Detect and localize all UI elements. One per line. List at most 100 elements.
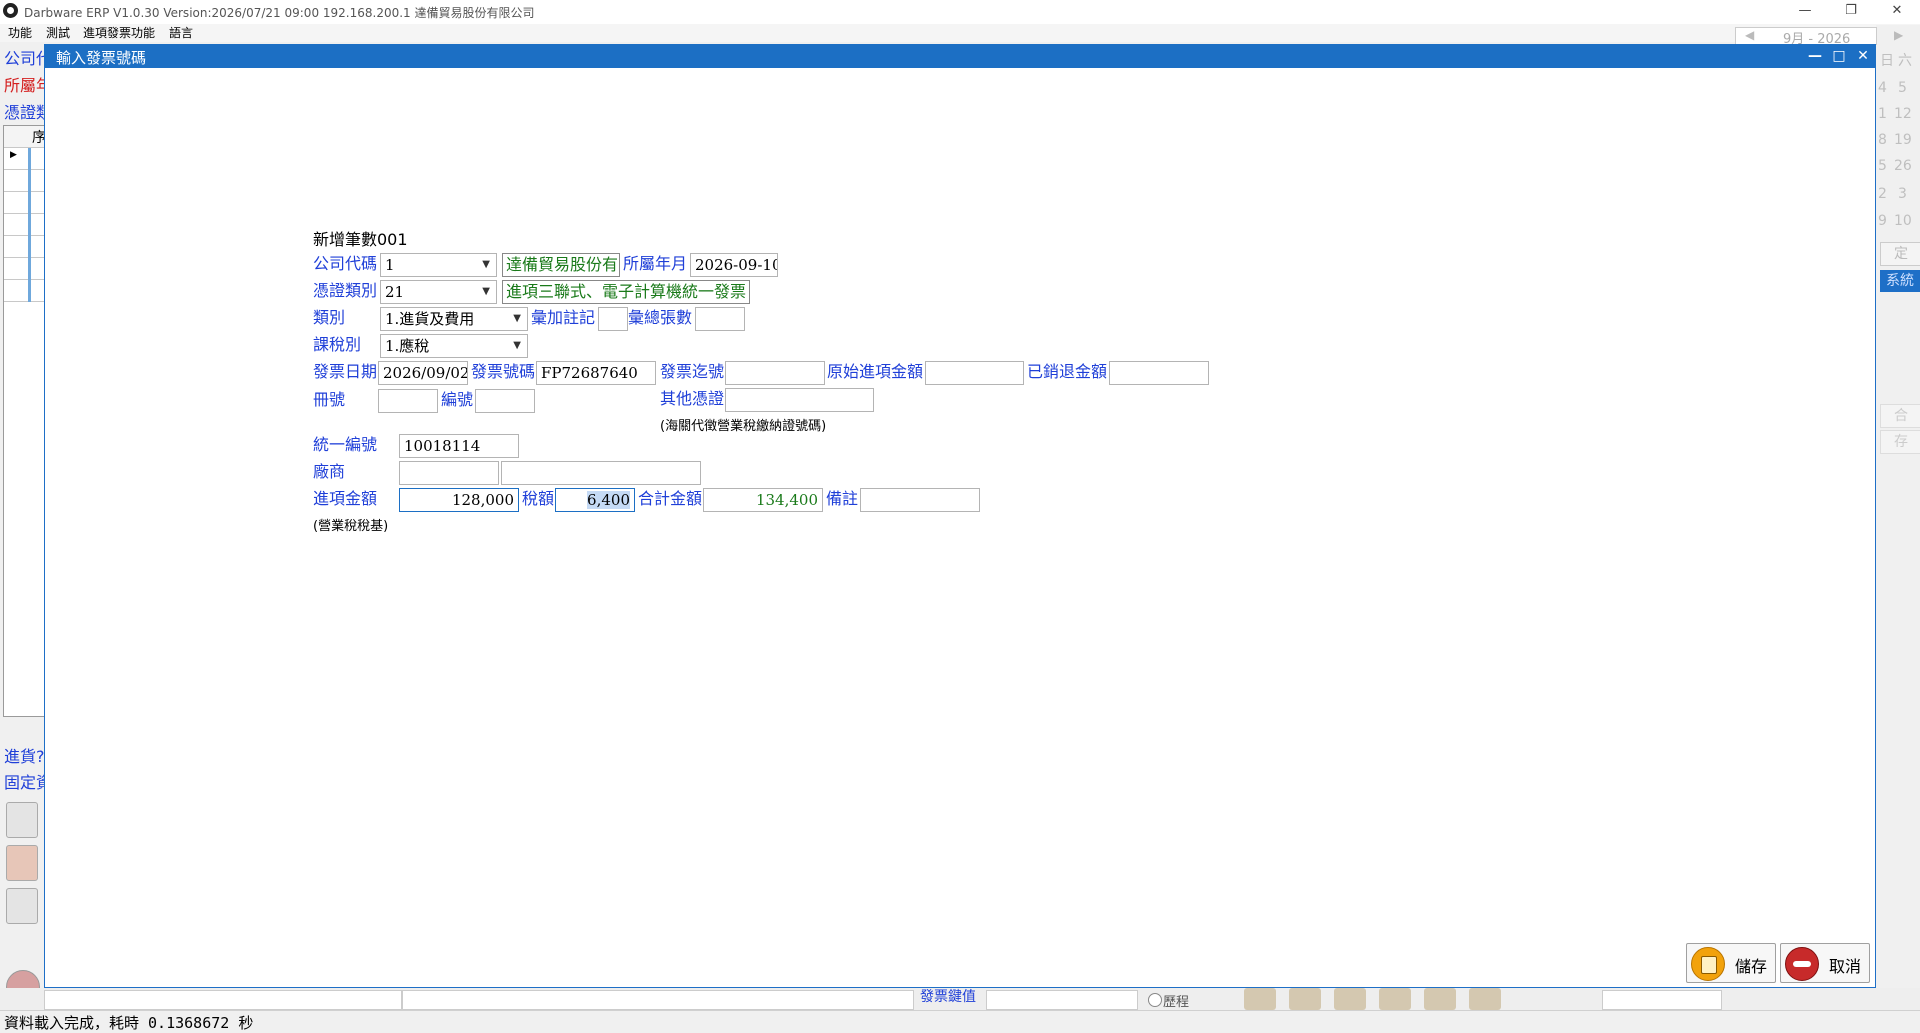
app-title: Darbware ERP V1.0.30 Version:2026/07/21 … (24, 6, 535, 20)
bg-store-button[interactable]: 存 (1880, 430, 1920, 454)
nav-first-icon[interactable] (1244, 988, 1276, 1010)
company-code-select[interactable]: 1 ▼ (380, 253, 497, 277)
restore-icon[interactable]: ❐ (1828, 0, 1874, 24)
bg-grid-row[interactable] (4, 170, 44, 192)
bg-grid-row[interactable] (4, 280, 44, 302)
period-field[interactable]: 2026-09-10 (690, 253, 778, 277)
menu-input-invoice[interactable]: 進項發票功能 (83, 24, 155, 42)
serial-no-field[interactable] (475, 389, 535, 413)
tax-amount-label: 稅額 (522, 489, 555, 508)
bg-grid-row[interactable]: ▶ (4, 148, 44, 170)
bg-calendar-day: 1 (1878, 106, 1887, 122)
voucher-type-select[interactable]: 21 ▼ (380, 280, 497, 304)
menu-test[interactable]: 測試 (46, 24, 70, 42)
cancel-icon (1785, 947, 1819, 981)
other-voucher-label: 其他憑證 (660, 389, 725, 408)
bg-grid-row[interactable] (4, 258, 44, 280)
nav-prev-icon[interactable] (1289, 988, 1321, 1010)
tax-id-field[interactable]: 10018114 (399, 434, 519, 458)
invoice-to-field[interactable] (725, 361, 825, 385)
bg-bottom-field[interactable] (44, 990, 402, 1010)
bg-calendar-day: 12 (1894, 106, 1912, 122)
dialog-titlebar (44, 44, 1876, 68)
menu-bar (0, 24, 1920, 42)
background-grid[interactable]: 序 ▶ (3, 125, 46, 717)
tax-id-value: 10018114 (404, 437, 481, 455)
aggregate-count-field[interactable] (695, 307, 745, 331)
bg-folder-button[interactable] (6, 888, 38, 924)
status-bar (0, 1010, 1920, 1033)
calendar-next-icon[interactable]: ▶ (1894, 28, 1903, 42)
vendor-label: 廠商 (313, 462, 346, 481)
dialog-close-icon[interactable]: ✕ (1850, 44, 1876, 68)
bg-bottom-field-wide[interactable] (402, 990, 914, 1010)
tax-type-select[interactable]: 1.應稅 ▼ (380, 334, 528, 358)
tax-id-label: 統一編號 (313, 435, 378, 454)
menu-language[interactable]: 語言 (169, 24, 193, 42)
tax-amount-value: 6,400 (587, 491, 630, 509)
period-value: 2026-09-10 (695, 256, 778, 274)
bg-history-label: 歷程 (1163, 995, 1190, 1010)
bg-calendar-day: 9 (1878, 213, 1887, 229)
bg-user-button[interactable] (6, 845, 38, 881)
voucher-type-desc: 進項三聯式、電子計算機統一發票 (502, 280, 750, 304)
orig-amount-field[interactable] (925, 361, 1024, 385)
bg-nav-button-group (1244, 988, 1514, 1010)
bg-grid-row[interactable] (4, 214, 44, 236)
close-icon[interactable]: ✕ (1874, 0, 1920, 24)
invoice-no-field[interactable]: FP72687640 (536, 361, 656, 385)
bg-combine-button[interactable]: 合 (1880, 404, 1920, 428)
nav-last-icon[interactable] (1379, 988, 1411, 1010)
bg-invoice-key-field[interactable] (986, 990, 1138, 1010)
orig-amount-label: 原始進項金額 (827, 362, 924, 381)
total-amount-label: 合計金額 (638, 489, 703, 508)
bg-confirm-button[interactable]: 定 (1880, 242, 1920, 266)
chevron-down-icon: ▼ (513, 340, 521, 351)
tax-amount-field[interactable]: 6,400 (555, 488, 635, 512)
dialog-minimize-icon[interactable]: — (1802, 44, 1828, 68)
vendor-code-field[interactable] (399, 461, 499, 485)
bg-calendar-header: 日 (1880, 53, 1894, 69)
book-no-label: 冊號 (313, 390, 346, 409)
aggregate-flag-field[interactable] (598, 307, 628, 331)
bg-calendar-day: 5 (1898, 80, 1907, 96)
remark-field[interactable] (860, 488, 980, 512)
refunded-amount-field[interactable] (1109, 361, 1209, 385)
cancel-button[interactable]: 取消 (1780, 943, 1870, 983)
chevron-down-icon: ▼ (482, 286, 490, 297)
book-no-field[interactable] (378, 389, 438, 413)
save-button[interactable]: 儲存 (1686, 943, 1776, 983)
dialog-maximize-icon[interactable]: □ (1826, 44, 1852, 68)
bg-calendar-day: 19 (1894, 132, 1912, 148)
period-label: 所屬年月 (623, 254, 688, 273)
bg-history-radio[interactable] (1148, 993, 1162, 1007)
input-amount-field[interactable]: 128,000 (399, 488, 519, 512)
bg-grid-row[interactable] (4, 236, 44, 258)
minimize-icon[interactable]: — (1782, 0, 1828, 24)
invoice-no-label: 發票號碼 (471, 362, 536, 381)
nav-next-icon[interactable] (1334, 988, 1366, 1010)
vendor-name-field[interactable] (501, 461, 701, 485)
company-name-display: 達備貿易股份有 (502, 253, 620, 277)
nav-add-icon[interactable] (1424, 988, 1456, 1010)
other-voucher-field[interactable] (725, 388, 874, 412)
calendar-prev-icon[interactable]: ◀ (1745, 28, 1754, 42)
invoice-date-field[interactable]: 2026/09/02 (378, 361, 468, 385)
category-select[interactable]: 1.進貨及費用 ▼ (380, 307, 528, 331)
bg-calendar-day: 8 (1878, 132, 1887, 148)
bg-notes-button[interactable] (6, 802, 38, 838)
bg-bottom-combo[interactable] (1602, 990, 1722, 1010)
company-code-value: 1 (385, 256, 395, 274)
voucher-type-value: 21 (385, 283, 405, 301)
new-count-label: 新增筆數001 (313, 230, 408, 249)
bg-grid-row[interactable] (4, 192, 44, 214)
chevron-down-icon: ▼ (482, 259, 490, 270)
bg-calendar-day: 2 (1878, 186, 1887, 202)
save-icon (1691, 947, 1725, 981)
menu-function[interactable]: 功能 (8, 24, 32, 42)
bg-invoice-key-label: 發票鍵值 (920, 989, 976, 1005)
remark-label: 備註 (826, 489, 859, 508)
nav-delete-icon[interactable] (1469, 988, 1501, 1010)
bg-system-button[interactable]: 系統 (1880, 270, 1920, 292)
total-amount-value: 134,400 (755, 491, 818, 509)
